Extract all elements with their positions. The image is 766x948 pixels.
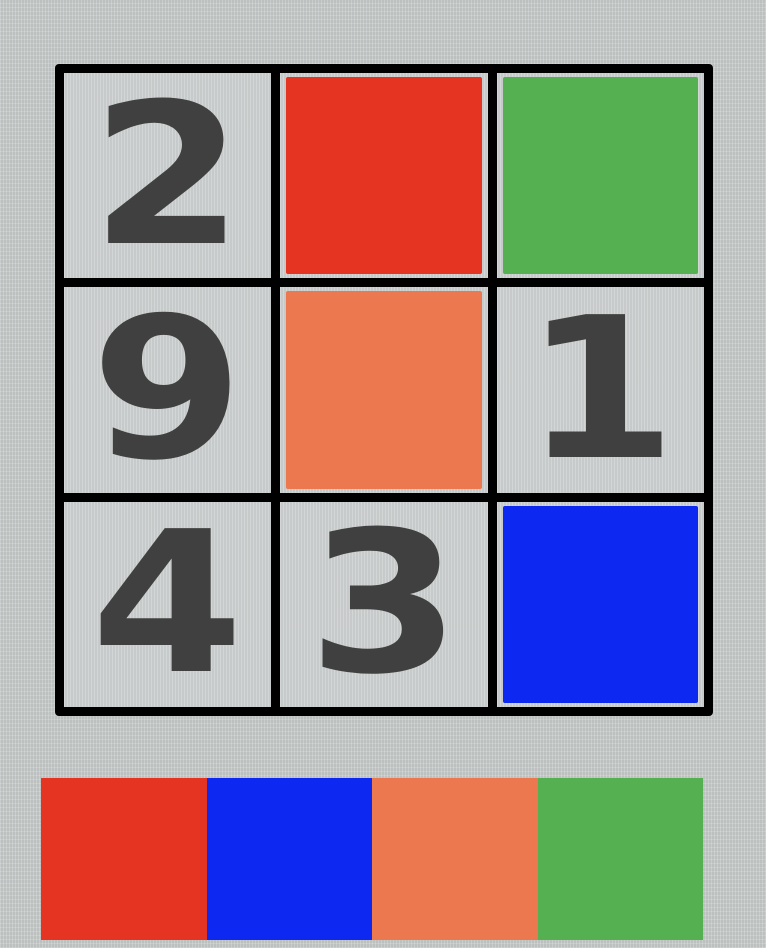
board-cell-6[interactable]: 1	[496, 287, 704, 493]
cell-number: 1	[523, 287, 677, 493]
palette-swatch-red[interactable]	[41, 778, 207, 940]
color-tile	[502, 77, 698, 275]
board-cell-9[interactable]	[496, 501, 704, 707]
color-tile	[502, 505, 698, 703]
board-cell-7[interactable]: 4	[64, 501, 272, 707]
palette-swatch-green[interactable]	[537, 778, 703, 940]
cell-number: 4	[91, 501, 245, 707]
board-cell-1[interactable]: 2	[64, 73, 272, 279]
cell-number: 3	[307, 501, 461, 707]
color-palette	[41, 778, 703, 940]
board-cell-3[interactable]	[496, 73, 704, 279]
color-tile	[286, 291, 482, 489]
board-cell-5[interactable]	[280, 287, 488, 493]
palette-swatch-blue[interactable]	[206, 778, 372, 940]
puzzle-board: 2 9 1 4 3	[55, 64, 713, 716]
cell-number: 9	[91, 287, 245, 493]
board-cell-8[interactable]: 3	[280, 501, 488, 707]
board-cell-4[interactable]: 9	[64, 287, 272, 493]
board-cell-2[interactable]	[280, 73, 488, 279]
cell-number: 2	[91, 73, 245, 279]
palette-swatch-orange[interactable]	[372, 778, 538, 940]
color-tile	[286, 77, 482, 275]
